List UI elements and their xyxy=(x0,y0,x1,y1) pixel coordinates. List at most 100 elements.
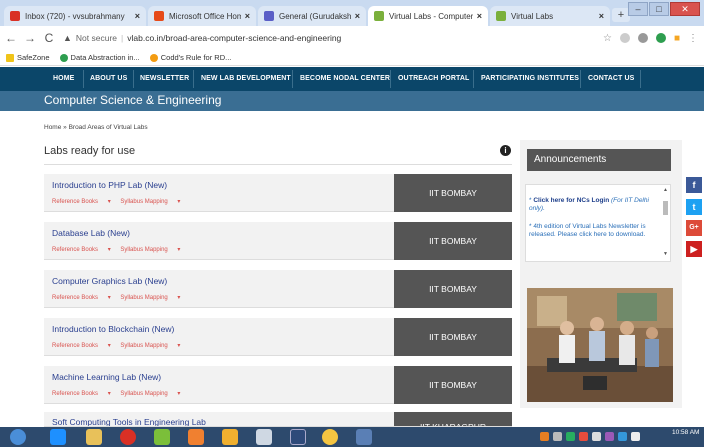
bookmark-item[interactable]: Data Abstraction in... xyxy=(59,53,140,62)
extension-icon[interactable] xyxy=(655,33,666,43)
volume-icon[interactable] xyxy=(631,432,640,441)
bookmark-icon xyxy=(6,53,14,62)
clock[interactable]: 10:58 AM xyxy=(672,429,699,437)
close-icon[interactable]: × xyxy=(599,11,604,21)
tray-icon[interactable] xyxy=(540,432,549,441)
extension-icon[interactable] xyxy=(637,33,648,43)
browser-tabstrip: Inbox (720) - vvsubrahmany × Microsoft O… xyxy=(0,0,704,26)
star-icon[interactable]: ☆ xyxy=(603,33,612,44)
reference-books-link[interactable]: Reference Books ▾ xyxy=(52,343,111,349)
page-title: Computer Science & Engineering xyxy=(44,93,222,107)
lab-link[interactable]: Database Lab (New) xyxy=(52,228,130,238)
gmail-icon xyxy=(10,11,20,21)
institute-button[interactable]: IIT BOMBAY xyxy=(394,222,512,260)
app-icon[interactable] xyxy=(222,429,238,445)
institute-button[interactable]: IIT BOMBAY xyxy=(394,270,512,308)
announcements-list[interactable]: * Click here for NCs Login (For IIT Delh… xyxy=(525,184,671,262)
scroll-down-icon[interactable]: ▼ xyxy=(662,251,669,257)
tray-icon[interactable] xyxy=(553,432,562,441)
close-icon[interactable]: × xyxy=(477,11,482,21)
minimize-button[interactable]: – xyxy=(628,2,648,16)
app-icon[interactable] xyxy=(154,429,170,445)
maximize-button[interactable]: □ xyxy=(649,2,669,16)
browser-tab-virtual-labs-cs[interactable]: Virtual Labs - Computer Scie × xyxy=(368,6,488,26)
nav-newsletter[interactable]: NEWSLETTER xyxy=(140,67,189,91)
close-icon[interactable]: × xyxy=(355,11,360,21)
labs-heading: Labs ready for use xyxy=(44,145,136,157)
tray-icon[interactable] xyxy=(566,432,575,441)
scroll-up-icon[interactable]: ▲ xyxy=(662,187,669,193)
syllabus-mapping-link[interactable]: Syllabus Mapping ▾ xyxy=(120,199,180,205)
bluetooth-icon[interactable] xyxy=(290,429,306,445)
breadcrumb[interactable]: Home » Broad Areas of Virtual Labs xyxy=(44,124,148,131)
lab-link[interactable]: Introduction to PHP Lab (New) xyxy=(52,180,167,190)
nav-participating-institutes[interactable]: PARTICIPATING INSTITUTES xyxy=(481,67,579,91)
opera-icon[interactable] xyxy=(120,429,136,445)
nav-contact-us[interactable]: CONTACT US xyxy=(588,67,634,91)
reload-icon[interactable]: C xyxy=(41,31,57,45)
browser-tab-virtual-labs[interactable]: Virtual Labs × xyxy=(490,6,610,26)
nav-become-nodal-center[interactable]: BECOME NODAL CENTER xyxy=(300,67,390,91)
browser-tab-office[interactable]: Microsoft Office Home × xyxy=(148,6,256,26)
tray-icon[interactable] xyxy=(592,432,601,441)
syllabus-mapping-link[interactable]: Syllabus Mapping ▾ xyxy=(120,391,180,397)
lab-card: Computer Graphics Lab (New) Reference Bo… xyxy=(44,270,512,308)
address-bar: ← → C ▲ Not secure | vlab.co.in/broad-ar… xyxy=(0,26,704,50)
nav-outreach-portal[interactable]: OUTREACH PORTAL xyxy=(398,67,469,91)
institute-button[interactable]: IIT BOMBAY xyxy=(394,318,512,356)
close-icon[interactable]: × xyxy=(135,11,140,21)
lab-link[interactable]: Computer Graphics Lab (New) xyxy=(52,276,167,286)
announcement-item[interactable]: * Click here for NCs Login (For IIT Delh… xyxy=(529,197,657,213)
url-input[interactable]: ▲ Not secure | vlab.co.in/broad-area-com… xyxy=(63,29,597,47)
reference-books-link[interactable]: Reference Books ▾ xyxy=(52,199,111,205)
reference-books-link[interactable]: Reference Books ▾ xyxy=(52,295,111,301)
twitter-icon[interactable]: t xyxy=(686,199,702,215)
announcement-photo xyxy=(527,288,673,402)
lab-link[interactable]: Soft Computing Tools in Engineering Lab xyxy=(52,417,206,426)
folder-icon[interactable] xyxy=(86,429,102,445)
extension-icon[interactable]: ■ xyxy=(674,33,680,44)
back-icon[interactable]: ← xyxy=(3,31,19,45)
app-icon[interactable] xyxy=(356,429,372,445)
nav-home[interactable]: HOME xyxy=(53,67,74,91)
reference-books-link[interactable]: Reference Books ▾ xyxy=(52,247,111,253)
tray-icon[interactable] xyxy=(618,432,627,441)
lab-link[interactable]: Introduction to Blockchain (New) xyxy=(52,324,174,334)
lab-link[interactable]: Machine Learning Lab (New) xyxy=(52,372,161,382)
system-tray xyxy=(540,432,640,441)
browser-tab-gmail[interactable]: Inbox (720) - vvsubrahmany × xyxy=(4,6,146,26)
close-icon[interactable]: × xyxy=(245,11,250,21)
announcements-scrollbar[interactable]: ▲ ▼ xyxy=(662,187,669,259)
reference-books-link[interactable]: Reference Books ▾ xyxy=(52,391,111,397)
announcement-item[interactable]: * 4th edition of Virtual Labs Newsletter… xyxy=(529,223,657,239)
bookmark-item[interactable]: Codd's Rule for RD... xyxy=(149,53,231,62)
tray-icon[interactable] xyxy=(605,432,614,441)
ie-icon[interactable] xyxy=(50,429,66,445)
institute-button[interactable]: IIT BOMBAY xyxy=(394,366,512,404)
start-icon[interactable] xyxy=(10,429,26,445)
syllabus-mapping-link[interactable]: Syllabus Mapping ▾ xyxy=(120,295,180,301)
security-label: Not secure xyxy=(75,33,118,43)
browser-tab-teams[interactable]: General (Gurudakshata Task × xyxy=(258,6,366,26)
institute-button[interactable]: IIT KHARAGPUR xyxy=(394,412,512,426)
scroll-thumb[interactable] xyxy=(663,201,668,215)
bookmark-item[interactable]: SafeZone xyxy=(6,53,50,62)
office-icon xyxy=(154,11,164,21)
close-window-button[interactable]: ✕ xyxy=(670,2,700,16)
youtube-icon[interactable]: ▶ xyxy=(686,241,702,257)
extension-icon[interactable] xyxy=(619,33,630,43)
google-plus-icon[interactable]: G+ xyxy=(686,220,702,236)
institute-button[interactable]: IIT BOMBAY xyxy=(394,174,512,212)
app-icon[interactable] xyxy=(188,429,204,445)
forward-icon[interactable]: → xyxy=(22,31,38,45)
info-icon[interactable]: i xyxy=(500,145,511,156)
app-icon[interactable] xyxy=(256,429,272,445)
syllabus-mapping-link[interactable]: Syllabus Mapping ▾ xyxy=(120,247,180,253)
facebook-icon[interactable]: f xyxy=(686,177,702,193)
syllabus-mapping-link[interactable]: Syllabus Mapping ▾ xyxy=(120,343,180,349)
nav-new-lab-development[interactable]: NEW LAB DEVELOPMENT xyxy=(201,67,291,91)
chrome-icon[interactable] xyxy=(322,429,338,445)
menu-icon[interactable]: ⋮ xyxy=(688,33,698,44)
nav-about-us[interactable]: ABOUT US xyxy=(90,67,127,91)
tray-icon[interactable] xyxy=(579,432,588,441)
